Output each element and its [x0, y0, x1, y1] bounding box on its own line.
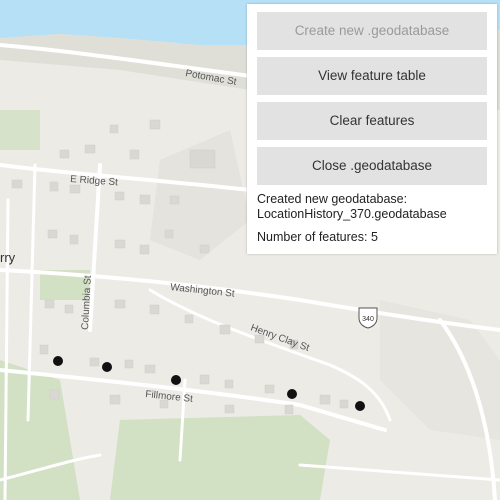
close-geodatabase-button[interactable]: Close .geodatabase — [257, 147, 487, 185]
clear-features-button[interactable]: Clear features — [257, 102, 487, 140]
view-feature-table-button[interactable]: View feature table — [257, 57, 487, 95]
status-message: Created new geodatabase: LocationHistory… — [257, 192, 487, 222]
park-area-north — [0, 110, 40, 150]
route-shield-label: 340 — [362, 316, 374, 323]
geodatabase-panel: Create new .geodatabase View feature tab… — [247, 4, 497, 254]
feature-point[interactable] — [102, 362, 112, 372]
feature-point[interactable] — [355, 401, 365, 411]
feature-point[interactable] — [53, 356, 63, 366]
park-area-south — [110, 415, 330, 500]
feature-point[interactable] — [287, 389, 297, 399]
feature-point[interactable] — [171, 375, 181, 385]
status-line-1: Created new geodatabase: — [257, 192, 408, 206]
create-geodatabase-button[interactable]: Create new .geodatabase — [257, 12, 487, 50]
place-label: rry — [0, 250, 16, 265]
feature-count: Number of features: 5 — [257, 230, 378, 244]
route-shield: 340 — [358, 307, 378, 329]
status-line-2: LocationHistory_370.geodatabase — [257, 207, 447, 221]
